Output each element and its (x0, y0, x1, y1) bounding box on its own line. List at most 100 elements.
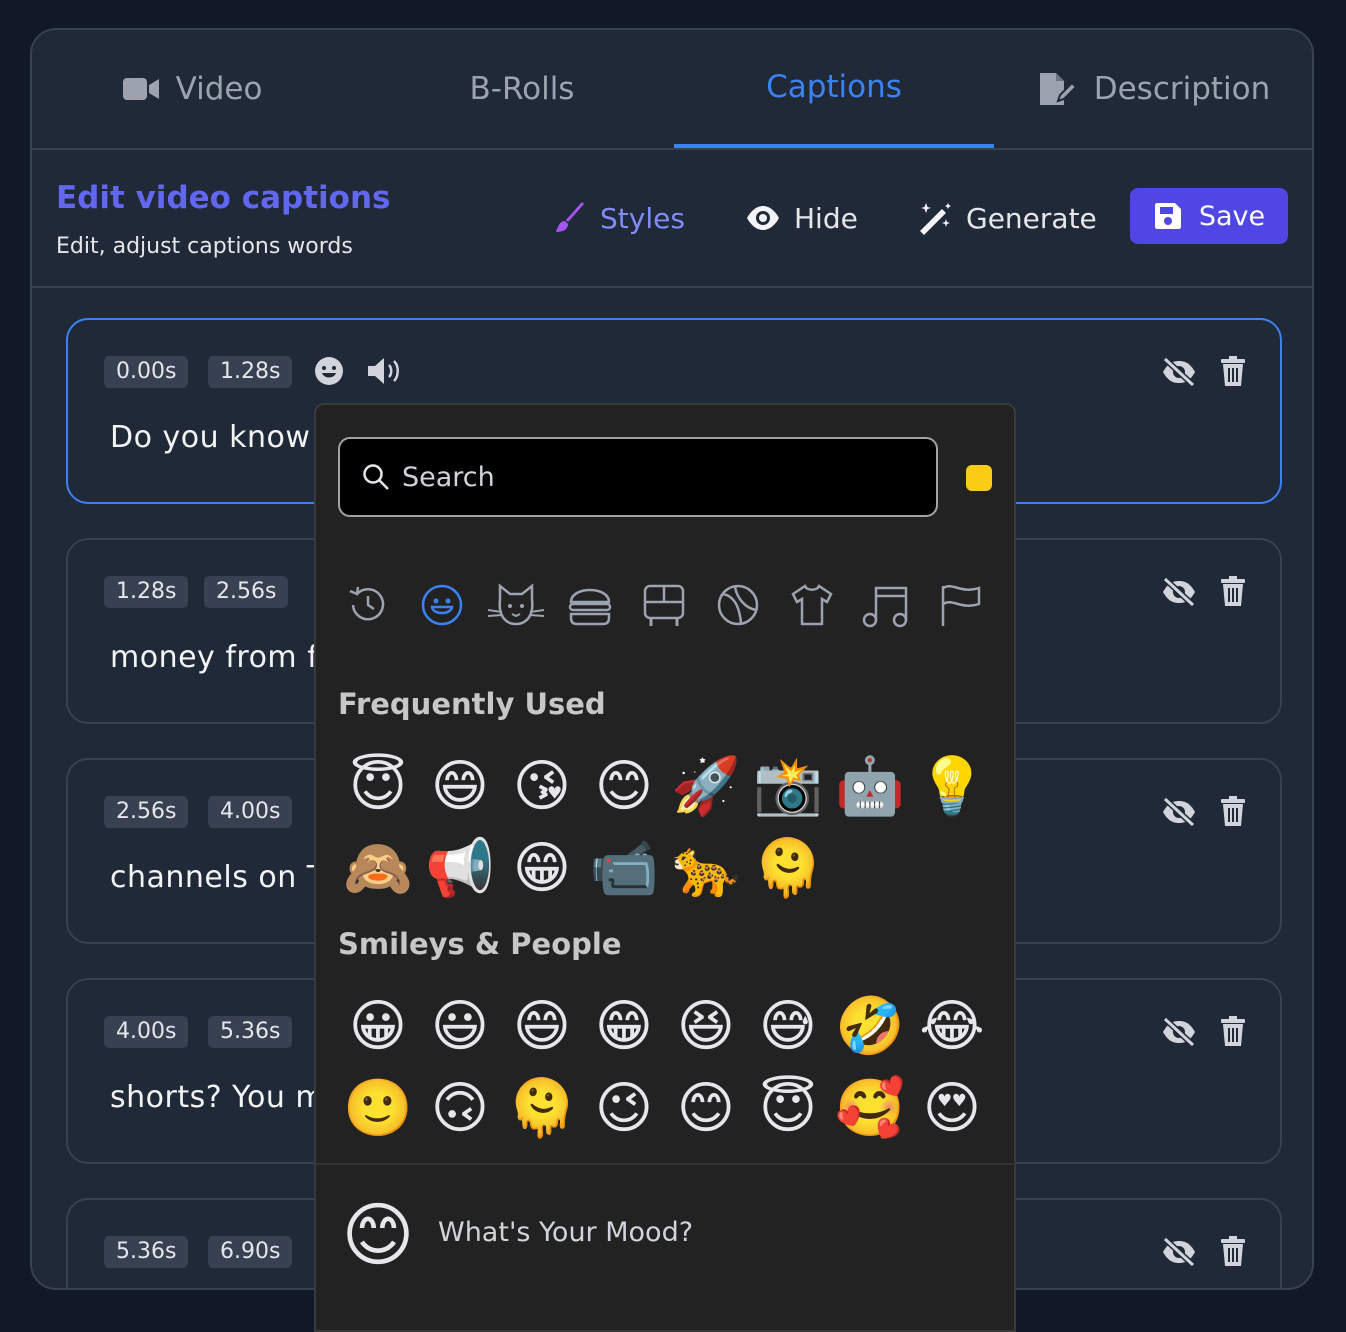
category-activities[interactable] (708, 575, 768, 635)
emoji-option[interactable]: 📢 (424, 833, 496, 905)
emoji-option[interactable]: 📸 (752, 751, 824, 823)
emoji-option[interactable]: 🙈 (342, 833, 414, 905)
eye-slash-icon[interactable] (1160, 576, 1198, 608)
emoji-option[interactable]: 😅 (752, 991, 824, 1063)
eye-slash-icon[interactable] (1160, 1236, 1198, 1268)
eye-slash-icon[interactable] (1160, 796, 1198, 828)
paintbrush-icon (556, 202, 584, 232)
emoji-option[interactable]: 📹 (588, 833, 660, 905)
recent-icon (349, 586, 385, 621)
flag-icon (941, 585, 981, 626)
emoji-option[interactable]: 😁 (588, 991, 660, 1063)
skin-tone-button[interactable] (966, 465, 992, 491)
category-objects[interactable] (782, 575, 842, 635)
generate-button[interactable]: Generate (918, 190, 1097, 246)
category-smileys[interactable] (412, 575, 472, 635)
ball-icon (717, 584, 759, 626)
emoji-picker-icon[interactable] (314, 356, 344, 386)
emoji-option[interactable]: 🥰 (834, 1073, 906, 1145)
smileys-heading: Smileys & People (338, 927, 622, 961)
magic-wand-icon (920, 203, 951, 235)
emoji-option[interactable]: 🚀 (670, 751, 742, 823)
trash-icon[interactable] (1220, 576, 1246, 606)
emoji-option[interactable]: 🫠 (752, 833, 824, 905)
end-time-badge[interactable]: 2.56s (204, 576, 289, 608)
category-symbols[interactable] (856, 575, 916, 635)
caption-text[interactable]: Do you know (110, 420, 310, 455)
hide-button[interactable]: Hide (746, 190, 858, 246)
category-travel[interactable] (634, 575, 694, 635)
end-time-badge[interactable]: 4.00s (208, 796, 293, 828)
emoji-option[interactable]: 😍 (916, 1073, 988, 1145)
tab-captions-label: Captions (766, 69, 902, 105)
save-button[interactable]: Save (1130, 188, 1288, 244)
smiley-icon (421, 584, 463, 626)
preview-text: What's Your Mood? (438, 1217, 694, 1248)
emoji-option[interactable]: 😉 (588, 1073, 660, 1145)
emoji-picker: Frequently Used 😇 😄 😘 😊 🚀 📸 🤖 💡 🙈 📢 😁 📹 … (314, 403, 1016, 1332)
category-recent[interactable] (338, 575, 398, 635)
shirt-icon (791, 584, 833, 626)
tab-video-label: Video (175, 71, 263, 107)
start-time-badge[interactable]: 4.00s (104, 1016, 189, 1048)
emoji-option[interactable]: 😊 (670, 1073, 742, 1145)
tab-b-rolls-label: B-Rolls (469, 71, 575, 107)
captions-header: Edit video captions Edit, adjust caption… (32, 148, 1312, 288)
end-time-badge[interactable]: 5.36s (208, 1016, 293, 1048)
preview-emoji: 😊 (341, 1194, 415, 1276)
emoji-option[interactable]: 😊 (588, 751, 660, 823)
emoji-option[interactable]: 😘 (506, 751, 578, 823)
emoji-category-bar (338, 575, 998, 635)
eye-slash-icon[interactable] (1160, 356, 1198, 388)
caption-text[interactable]: channels on T (110, 860, 326, 895)
emoji-search-box[interactable] (338, 437, 938, 517)
emoji-option[interactable]: 😆 (670, 991, 742, 1063)
emoji-option[interactable]: 😄 (424, 751, 496, 823)
emoji-option[interactable]: 😀 (342, 991, 414, 1063)
emoji-option[interactable]: 😇 (342, 751, 414, 823)
tab-description[interactable]: Description (994, 30, 1312, 148)
caption-text[interactable]: money from fa (110, 640, 337, 675)
page-title: Edit video captions (56, 180, 391, 216)
tab-captions[interactable]: Captions (674, 30, 994, 148)
emoji-option[interactable]: 😃 (424, 991, 496, 1063)
save-label: Save (1198, 200, 1266, 232)
emoji-option[interactable]: 😂 (916, 991, 988, 1063)
category-animals[interactable] (486, 575, 546, 635)
emoji-option[interactable]: 🙂 (342, 1073, 414, 1145)
burger-icon (568, 588, 612, 626)
hide-label: Hide (794, 201, 858, 235)
trash-icon[interactable] (1220, 356, 1246, 386)
eye-icon (747, 206, 779, 230)
start-time-badge[interactable]: 0.00s (104, 356, 189, 388)
cat-icon (487, 583, 545, 626)
speaker-icon[interactable] (366, 356, 404, 386)
start-time-badge[interactable]: 5.36s (104, 1236, 189, 1268)
emoji-option[interactable]: 😄 (506, 991, 578, 1063)
tab-video[interactable]: Video (32, 30, 352, 148)
trash-icon[interactable] (1220, 796, 1246, 826)
styles-button[interactable]: Styles (554, 190, 685, 246)
category-food[interactable] (560, 575, 620, 635)
emoji-option[interactable]: 💡 (916, 751, 988, 823)
eye-slash-icon[interactable] (1160, 1016, 1198, 1048)
category-flags[interactable] (930, 575, 990, 635)
tab-b-rolls[interactable]: B-Rolls (362, 30, 682, 148)
start-time-badge[interactable]: 1.28s (104, 576, 189, 608)
end-time-badge[interactable]: 6.90s (208, 1236, 293, 1268)
start-time-badge[interactable]: 2.56s (104, 796, 189, 828)
caption-text[interactable]: shorts? You m (110, 1080, 325, 1115)
emoji-option[interactable]: 🙃 (424, 1073, 496, 1145)
page-subtitle: Edit, adjust captions words (56, 234, 353, 259)
end-time-badge[interactable]: 1.28s (208, 356, 293, 388)
trash-icon[interactable] (1220, 1016, 1246, 1046)
emoji-option[interactable]: 🫠 (506, 1073, 578, 1145)
emoji-option[interactable]: 🤖 (834, 751, 906, 823)
emoji-option[interactable]: 😁 (506, 833, 578, 905)
emoji-search-input[interactable] (400, 460, 884, 494)
video-camera-icon (122, 78, 159, 100)
emoji-option[interactable]: 🤣 (834, 991, 906, 1063)
emoji-option[interactable]: 🐆 (670, 833, 742, 905)
emoji-option[interactable]: 😇 (752, 1073, 824, 1145)
trash-icon[interactable] (1220, 1236, 1246, 1266)
